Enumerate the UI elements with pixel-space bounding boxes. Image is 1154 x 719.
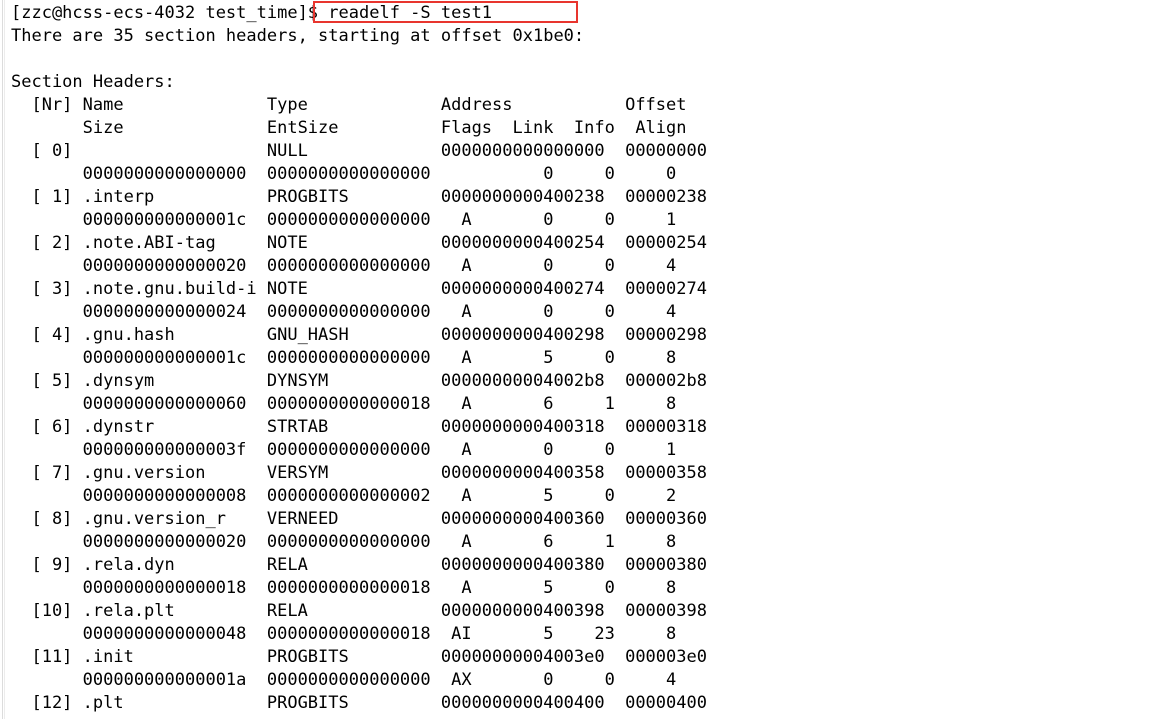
terminal-output-area[interactable]: [zzc@hcss-ecs-4032 test_time]$ readelf -… (0, 0, 1154, 715)
section-row: [ 8] .gnu.version_r VERNEED 000000000040… (11, 509, 707, 529)
section-row-detail: 0000000000000024 0000000000000000 A 0 0 … (11, 302, 677, 322)
section-row-detail: 000000000000001c 0000000000000000 A 5 0 … (11, 348, 677, 368)
section-row-detail: 000000000000001c 0000000000000000 A 0 0 … (11, 210, 677, 230)
prompt-line: [zzc@hcss-ecs-4032 test_time]$ readelf -… (11, 3, 493, 23)
section-header-count-line: There are 35 section headers, starting a… (11, 26, 585, 46)
section-row-detail: 000000000000003f 0000000000000000 A 0 0 … (11, 440, 677, 460)
section-row-detail: 0000000000000018 0000000000000018 A 5 0 … (11, 578, 677, 598)
section-row: [10] .rela.plt RELA 0000000000400398 000… (11, 601, 707, 621)
column-header-row-2: Size EntSize Flags Link Info Align (11, 118, 687, 138)
section-row-detail: 0000000000000000 0000000000000000 0 0 0 (11, 164, 677, 184)
section-row: [ 3] .note.gnu.build-i NOTE 000000000040… (11, 279, 707, 299)
section-row: [ 2] .note.ABI-tag NOTE 0000000000400254… (11, 233, 707, 253)
section-row-detail: 0000000000000020 0000000000000000 A 0 0 … (11, 256, 677, 276)
section-row-detail: 0000000000000008 0000000000000002 A 5 0 … (11, 486, 677, 506)
section-row-detail: 0000000000000060 0000000000000018 A 6 1 … (11, 394, 677, 414)
section-row-detail: 0000000000000048 0000000000000018 AI 5 2… (11, 624, 677, 644)
section-headers-title: Section Headers: (11, 72, 175, 92)
column-header-row-1: [Nr] Name Type Address Offset (11, 95, 687, 115)
section-row: [ 1] .interp PROGBITS 0000000000400238 0… (11, 187, 707, 207)
section-row-detail: 000000000000001a 0000000000000000 AX 0 0… (11, 670, 677, 690)
section-row: [11] .init PROGBITS 00000000004003e0 000… (11, 647, 707, 667)
section-row: [ 7] .gnu.version VERSYM 000000000040035… (11, 463, 707, 483)
terminal-window[interactable]: [zzc@hcss-ecs-4032 test_time]$ readelf -… (0, 0, 1154, 719)
section-row-detail: 0000000000000020 0000000000000000 A 6 1 … (11, 532, 677, 552)
section-row: [ 4] .gnu.hash GNU_HASH 0000000000400298… (11, 325, 707, 345)
section-row: [ 5] .dynsym DYNSYM 00000000004002b8 000… (11, 371, 707, 391)
section-row: [12] .plt PROGBITS 0000000000400400 0000… (11, 693, 707, 713)
section-row: [ 6] .dynstr STRTAB 0000000000400318 000… (11, 417, 707, 437)
section-row: [ 9] .rela.dyn RELA 0000000000400380 000… (11, 555, 707, 575)
section-row: [ 0] NULL 0000000000000000 00000000 (11, 141, 707, 161)
